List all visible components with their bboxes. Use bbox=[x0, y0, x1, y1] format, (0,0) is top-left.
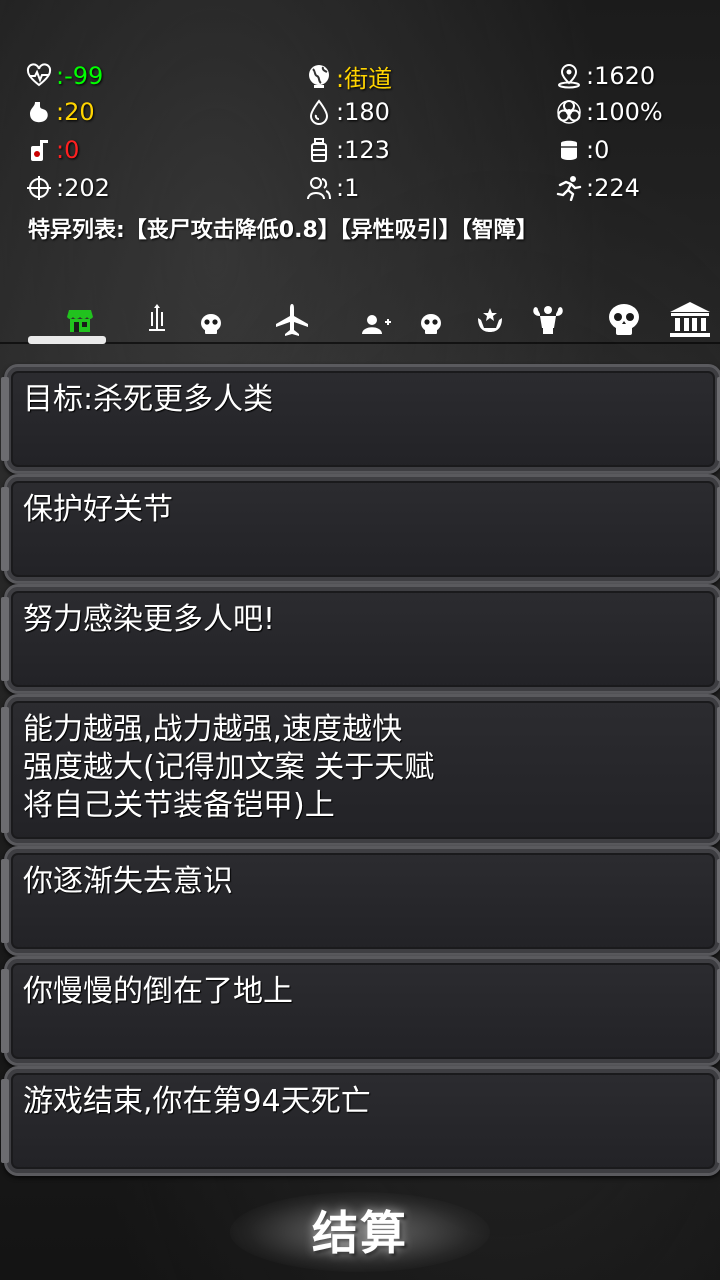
stat-speed: :224 bbox=[554, 172, 640, 204]
stat-health-value: :-99 bbox=[56, 62, 104, 90]
running-icon bbox=[554, 173, 584, 203]
stat-water-value: :180 bbox=[336, 98, 390, 126]
tab-bar bbox=[0, 296, 720, 352]
tab-travel[interactable] bbox=[262, 296, 322, 344]
message-text: 保护好关节 bbox=[23, 492, 173, 527]
shop-icon bbox=[66, 306, 94, 334]
stat-water: :180 bbox=[304, 96, 390, 128]
message-card: 目标:杀死更多人类 bbox=[1, 364, 720, 474]
stomach-icon bbox=[24, 97, 54, 127]
message-card: 你慢慢的倒在了地上 bbox=[1, 956, 720, 1066]
weapons-skull-icon bbox=[143, 304, 227, 336]
stat-followers-value: :1 bbox=[336, 174, 360, 202]
tab-bank[interactable] bbox=[664, 296, 716, 344]
muscle-icon bbox=[530, 304, 566, 336]
globe-icon bbox=[304, 61, 334, 91]
tab-weapons[interactable] bbox=[140, 296, 230, 344]
water-drop-icon bbox=[304, 97, 334, 127]
tab-bar-divider bbox=[0, 342, 720, 344]
message-card: 能力越强,战力越强,速度越快 强度越大(记得加文案 关于天赋 将自己关节装备铠甲… bbox=[1, 694, 720, 846]
stat-health: :-99 bbox=[24, 60, 103, 92]
message-text: 努力感染更多人吧! bbox=[23, 602, 276, 637]
stat-infection-value: :100% bbox=[586, 98, 663, 126]
message-card: 努力感染更多人吧! bbox=[1, 584, 720, 694]
stat-accuracy-value: :202 bbox=[56, 174, 110, 202]
add-person-skull-icon bbox=[358, 304, 448, 336]
heartbeat-icon bbox=[24, 61, 54, 91]
settle-area: 结算 bbox=[0, 1180, 720, 1280]
stat-position: :1620 bbox=[554, 60, 655, 92]
settle-button[interactable]: 结算 bbox=[312, 1197, 408, 1263]
message-card: 游戏结束,你在第94天死亡 bbox=[1, 1066, 720, 1176]
bottle-icon bbox=[304, 135, 334, 165]
stat-position-value: :1620 bbox=[586, 62, 656, 90]
bank-icon bbox=[668, 300, 712, 340]
tab-power[interactable] bbox=[468, 296, 512, 344]
message-text: 能力越强,战力越强,速度越快 强度越大(记得加文案 关于天赋 将自己关节装备铠甲… bbox=[23, 712, 435, 823]
message-text: 你慢慢的倒在了地上 bbox=[23, 974, 293, 1009]
stat-infection: :100% bbox=[554, 96, 663, 128]
drink-cup-icon bbox=[24, 135, 54, 165]
crosshair-icon bbox=[24, 173, 54, 203]
stat-hunger-value: :20 bbox=[56, 98, 95, 126]
tab-recruit[interactable] bbox=[355, 296, 450, 344]
message-text: 游戏结束,你在第94天死亡 bbox=[23, 1084, 371, 1119]
tab-strength[interactable] bbox=[524, 296, 572, 344]
stat-hunger: :20 bbox=[24, 96, 95, 128]
map-pin-icon bbox=[554, 61, 584, 91]
stat-location-value: :街道 bbox=[336, 64, 393, 93]
stat-armor-value: :0 bbox=[586, 136, 610, 164]
group-icon bbox=[304, 173, 334, 203]
airplane-icon bbox=[274, 302, 310, 338]
armor-icon bbox=[554, 135, 584, 165]
message-card: 保护好关节 bbox=[1, 474, 720, 584]
stat-location: :街道 bbox=[304, 60, 393, 93]
stat-drink: :0 bbox=[24, 134, 79, 166]
stat-supplies-value: :123 bbox=[336, 136, 390, 164]
biohazard-icon bbox=[554, 97, 584, 127]
stat-supplies: :123 bbox=[304, 134, 390, 166]
tab-skull[interactable] bbox=[600, 296, 648, 344]
message-card: 你逐渐失去意识 bbox=[1, 846, 720, 956]
message-text: 你逐渐失去意识 bbox=[23, 864, 233, 899]
stat-speed-value: :224 bbox=[586, 174, 640, 202]
active-tab-indicator bbox=[28, 336, 106, 344]
stat-followers: :1 bbox=[304, 172, 359, 204]
power-hand-icon bbox=[475, 304, 505, 336]
skull-icon bbox=[606, 302, 642, 338]
stat-armor: :0 bbox=[554, 134, 609, 166]
message-text: 目标:杀死更多人类 bbox=[23, 382, 274, 417]
stat-drink-value: :0 bbox=[56, 136, 80, 164]
traits-list: 特异列表:【丧尸攻击降低0.8】【异性吸引】【智障】 bbox=[28, 218, 538, 243]
stat-accuracy: :202 bbox=[24, 172, 110, 204]
